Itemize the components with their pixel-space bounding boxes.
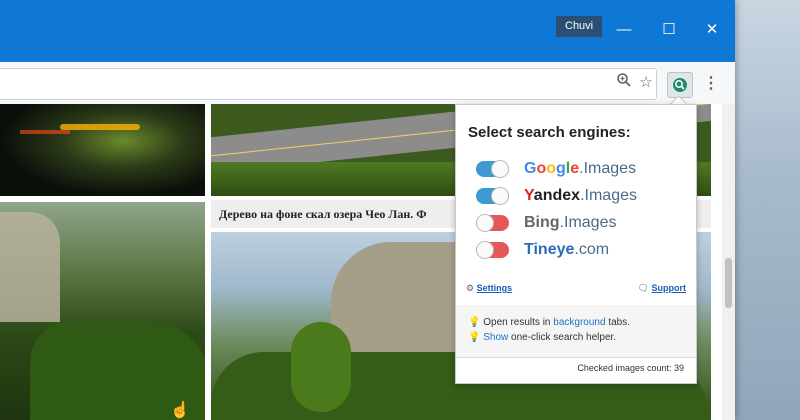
suffix-tineye: .com [574,241,610,258]
engine-name-tineye: Tineye.com [524,239,609,261]
menu-kebab-icon[interactable]: ⋮ [703,73,719,95]
options-panel: 💡 Open results in background tabs. 💡 Sho… [456,305,696,357]
yandex-toggle[interactable] [476,187,509,205]
option1-suffix: tabs. [605,317,631,328]
checked-images-count: Checked images count: 39 [577,363,684,373]
brand-tineye: Tineye [524,241,575,258]
toggle-knob [491,160,509,178]
toggle-knob [476,214,494,232]
brand-bing: Bing [524,214,560,231]
tineye-toggle[interactable] [476,241,509,259]
gear-icon: ⚙ [466,283,475,293]
support-label: Support [651,283,687,293]
engine-row-google: Google.Images [476,158,676,180]
mouse-cursor-icon: ☝ [170,402,190,419]
show-helper-link[interactable]: Show [483,332,508,343]
settings-label: Settings [476,283,513,293]
option-search-helper: 💡 Show one-click search helper. [468,332,616,343]
search-by-image-extension-button[interactable] [667,72,693,98]
suffix-google: .Images [579,160,637,177]
bookmark-star-icon[interactable]: ☆ [635,72,657,94]
brand-yandex: Yandex [524,187,581,204]
image-thumbnail-night-shore[interactable] [0,104,205,196]
google-toggle[interactable] [476,160,509,178]
search-by-image-extension-icon [673,78,687,92]
search-engines-popup: Select search engines: Google.Images Yan… [455,104,697,384]
toggle-knob [476,241,494,259]
image-thumbnail-jungle-cliffs[interactable] [0,202,205,420]
maximize-icon[interactable]: ☐ [655,18,683,42]
toggle-knob [491,187,509,205]
option2-suffix: one-click search helper. [508,332,617,343]
engine-name-google: Google.Images [524,158,636,180]
settings-link[interactable]: ⚙ Settings [466,283,512,294]
engine-row-yandex: Yandex.Images [476,185,676,207]
engine-name-yandex: Yandex.Images [524,185,637,207]
option1-prefix: Open results in [483,317,554,328]
address-bar[interactable] [0,68,657,100]
support-link[interactable]: 🗨 Support [638,283,686,294]
zoom-icon[interactable] [613,72,635,94]
background-toggle-link[interactable]: background [553,317,605,328]
popup-links: ⚙ Settings 🗨 Support [466,283,686,299]
browser-window: Chuvi — ☐ ✕ ☆ ⋮ Дерево на фоне скал озер… [0,0,735,420]
engine-name-bing: Bing.Images [524,212,616,234]
minimize-icon[interactable]: — [610,18,638,42]
close-icon[interactable]: ✕ [698,18,726,42]
brand-google: Google [524,160,580,177]
suffix-yandex: .Images [580,187,637,204]
option-background-tabs: 💡 Open results in background tabs. [468,317,630,328]
chat-bubble-icon: 🗨 [637,283,649,293]
scrollbar-thumb[interactable] [725,258,732,308]
lightbulb-icon: 💡 [468,332,481,343]
engine-row-tineye: Tineye.com [476,239,676,261]
profile-badge[interactable]: Chuvi [556,16,603,37]
lightbulb-icon: 💡 [468,317,481,328]
engine-row-bing: Bing.Images [476,212,676,234]
bing-toggle[interactable] [476,214,509,232]
popup-title: Select search engines: [468,124,631,141]
divider [456,357,696,358]
suffix-bing: .Images [559,214,617,231]
